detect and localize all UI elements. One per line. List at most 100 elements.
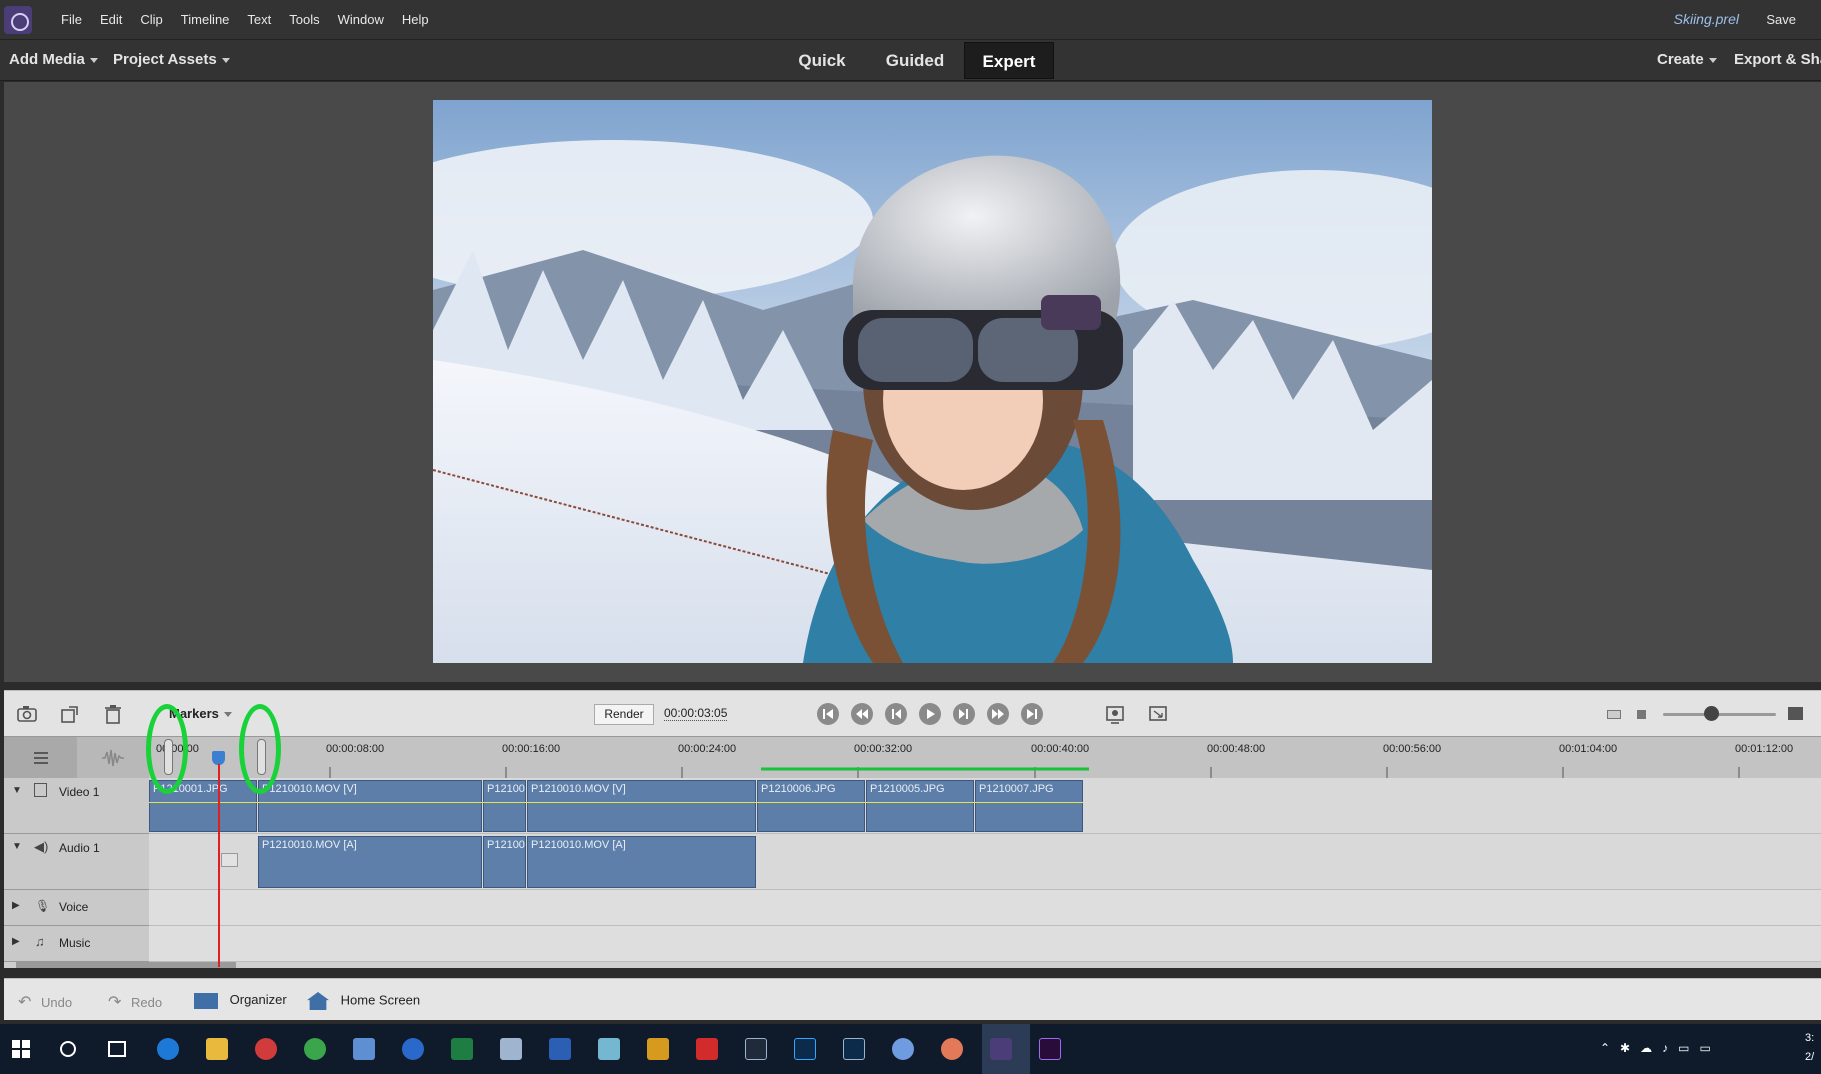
step-back-icon[interactable] — [885, 703, 907, 725]
search-icon[interactable] — [60, 1041, 76, 1057]
excel-icon[interactable] — [451, 1038, 473, 1060]
render-button[interactable]: Render — [594, 704, 654, 725]
monitor-panel — [4, 82, 1821, 682]
video-clip[interactable]: P1210010.MOV [V] — [258, 780, 482, 832]
app-icon[interactable] — [255, 1038, 277, 1060]
collapse-triangle-icon[interactable]: ▼ — [12, 785, 22, 796]
video-clip[interactable]: P1210007.JPG — [975, 780, 1083, 832]
track-lane-voice[interactable] — [149, 890, 1821, 926]
video-clip[interactable]: P1210006.JPG — [757, 780, 865, 832]
save-button[interactable]: Save — [1766, 12, 1796, 27]
video-clip[interactable]: P12100 — [483, 780, 526, 832]
track-header-voice[interactable]: ▶ 🎙 Voice — [4, 890, 149, 926]
track-header-video1[interactable]: ▼ Video 1 — [4, 778, 149, 834]
rewind-icon[interactable] — [851, 703, 873, 725]
premiere-elements-logo-icon[interactable] — [4, 6, 32, 34]
windows-start-icon[interactable] — [12, 1040, 30, 1058]
maps-icon[interactable] — [892, 1038, 914, 1060]
home-screen-label: Home Screen — [340, 992, 421, 1008]
menu-clip[interactable]: Clip — [131, 12, 171, 27]
track-lane-music[interactable] — [149, 926, 1821, 962]
render-settings-icon[interactable] — [1104, 703, 1126, 725]
zoom-in-icon[interactable] — [1788, 707, 1803, 720]
premiere-elements-icon[interactable] — [990, 1038, 1012, 1060]
trash-icon[interactable] — [102, 703, 124, 725]
clock-date[interactable]: 2/ — [1805, 1051, 1814, 1063]
app-icon[interactable] — [941, 1038, 963, 1060]
clip-label: P12100 — [487, 783, 525, 795]
rotate-icon[interactable] — [59, 703, 81, 725]
step-forward-icon[interactable] — [953, 703, 975, 725]
track-header-audio1[interactable]: ▼ ◀) Audio 1 — [4, 834, 149, 890]
expand-triangle-icon[interactable]: ▶ — [12, 900, 20, 911]
go-to-end-icon[interactable] — [1021, 703, 1043, 725]
create-button[interactable]: Create — [1657, 51, 1717, 68]
video-clip[interactable]: P1210005.JPG — [866, 780, 974, 832]
menu-window[interactable]: Window — [329, 12, 393, 27]
project-assets-button[interactable]: Project Assets — [113, 51, 230, 68]
track-lane-audio1[interactable]: P1210010.MOV [A] P12100 P1210010.MOV [A] — [149, 834, 1821, 890]
current-timecode[interactable]: 00:00:03:05 — [664, 706, 728, 721]
creative-cloud-icon[interactable] — [696, 1038, 718, 1060]
app-icon[interactable] — [353, 1038, 375, 1060]
app-icon[interactable] — [647, 1038, 669, 1060]
redo-button[interactable]: ↷ Redo — [108, 992, 162, 1012]
clip-label: P1210010.MOV [A] — [531, 839, 626, 851]
tab-guided[interactable]: Guided — [872, 42, 958, 79]
video-preview[interactable] — [433, 100, 1432, 663]
menu-tools[interactable]: Tools — [280, 12, 328, 27]
audio-clip[interactable]: P1210010.MOV [A] — [527, 836, 756, 888]
scissors-icon[interactable] — [221, 853, 238, 867]
menu-file[interactable]: File — [52, 12, 91, 27]
lightroom-classic-icon[interactable] — [843, 1038, 865, 1060]
audio-clip[interactable]: P1210010.MOV [A] — [258, 836, 482, 888]
lightroom-icon[interactable] — [745, 1038, 767, 1060]
task-view-icon[interactable] — [108, 1041, 126, 1057]
zoom-slider[interactable] — [1663, 713, 1776, 716]
organizer-button[interactable]: Organizer — [194, 992, 287, 1009]
expand-triangle-icon[interactable]: ▶ — [12, 936, 20, 947]
go-to-start-icon[interactable] — [817, 703, 839, 725]
collapse-triangle-icon[interactable]: ▼ — [12, 841, 22, 852]
home-screen-button[interactable]: Home Screen — [307, 992, 420, 1010]
premiere-pro-icon[interactable] — [1039, 1038, 1061, 1060]
menu-edit[interactable]: Edit — [91, 12, 131, 27]
tab-quick[interactable]: Quick — [780, 42, 864, 79]
timeline-scrollbar[interactable] — [4, 962, 1821, 968]
audio-waveform-toggle[interactable] — [77, 737, 149, 779]
zoom-out-icon[interactable] — [1607, 710, 1621, 719]
clock-time[interactable]: 3: — [1805, 1032, 1814, 1044]
tab-expert[interactable]: Expert — [964, 42, 1054, 79]
app-icon[interactable] — [500, 1038, 522, 1060]
menu-help[interactable]: Help — [393, 12, 438, 27]
video-clip[interactable]: P1210010.MOV [V] — [527, 780, 756, 832]
zoom-small-icon[interactable] — [1637, 710, 1646, 719]
undo-label: Undo — [41, 995, 73, 1010]
playhead-handle[interactable] — [212, 751, 225, 765]
audio-clip[interactable]: P12100 — [483, 836, 526, 888]
export-share-button[interactable]: Export & Sha — [1734, 51, 1821, 68]
redo-icon: ↷ — [108, 994, 122, 1011]
track-settings-icon[interactable] — [30, 747, 52, 769]
play-icon[interactable] — [919, 703, 941, 725]
file-explorer-icon[interactable] — [206, 1038, 228, 1060]
chrome-icon[interactable] — [304, 1038, 326, 1060]
menu-text[interactable]: Text — [238, 12, 280, 27]
edge-icon[interactable] — [157, 1038, 179, 1060]
word-icon[interactable] — [549, 1038, 571, 1060]
scrollbar-thumb[interactable] — [16, 962, 236, 968]
zoom-slider-handle[interactable] — [1704, 706, 1719, 721]
track-header-music[interactable]: ▶ ♫ Music — [4, 926, 149, 962]
speaker-icon: ◀) — [34, 839, 49, 854]
app-icon[interactable] — [402, 1038, 424, 1060]
camera-icon[interactable] — [16, 703, 38, 725]
add-media-button[interactable]: Add Media — [9, 51, 98, 68]
undo-button[interactable]: ↶ Undo — [18, 992, 72, 1012]
fullscreen-icon[interactable] — [1147, 703, 1169, 725]
track-lane-video1[interactable]: P1210001.JPG P1210010.MOV [V] P12100 P12… — [149, 778, 1821, 834]
app-icon[interactable] — [598, 1038, 620, 1060]
menu-timeline[interactable]: Timeline — [172, 12, 239, 27]
photoshop-icon[interactable] — [794, 1038, 816, 1060]
system-tray-icons[interactable]: ⌃✱☁♪▭▭ — [1600, 1041, 1721, 1055]
fast-forward-icon[interactable] — [987, 703, 1009, 725]
